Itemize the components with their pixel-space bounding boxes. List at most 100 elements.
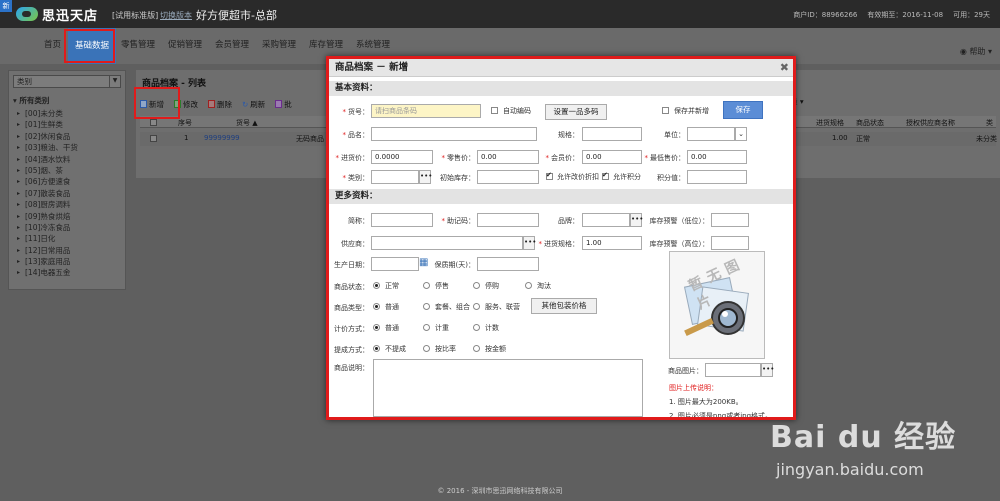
nav-system[interactable]: 系统管理: [356, 38, 390, 50]
tree-item[interactable]: [07]散装食品: [13, 188, 123, 200]
baidu-watermark: Bai du 经验 jingyan.baidu.com: [770, 412, 1000, 492]
delete-button[interactable]: 删除: [208, 94, 232, 114]
more-icon[interactable]: •••: [761, 363, 774, 377]
tree-item[interactable]: [12]日常用品: [13, 245, 123, 257]
unit-select[interactable]: [687, 127, 735, 141]
tree-item[interactable]: [00]未分类: [13, 108, 123, 120]
code-label-text: 货号：: [348, 108, 369, 116]
save-button[interactable]: 保存: [723, 101, 763, 119]
name-label: * 品名：: [342, 131, 370, 139]
tree-item[interactable]: [05]烟、茶: [13, 165, 123, 177]
more-icon[interactable]: •••: [630, 213, 643, 227]
status-eliminated-radio[interactable]: [525, 282, 532, 289]
code-input[interactable]: 请扫商品条码: [371, 104, 481, 118]
more-icon[interactable]: •••: [523, 236, 536, 250]
type-combo-radio[interactable]: [423, 303, 430, 310]
category-select[interactable]: 类别 ▼: [13, 75, 121, 88]
new-button-highlight-frame: [134, 87, 180, 119]
status-stop-sale-radio[interactable]: [423, 282, 430, 289]
pricing-normal-radio[interactable]: [373, 324, 380, 331]
image-path-input[interactable]: [705, 363, 761, 377]
nav-retail[interactable]: 零售管理: [121, 38, 155, 50]
remark-textarea[interactable]: [373, 359, 643, 417]
auto-code-checkbox[interactable]: [491, 107, 498, 114]
retail-price-input[interactable]: 0.00: [477, 150, 539, 164]
tree-item[interactable]: [14]电器五金: [13, 267, 123, 279]
commission-rate-radio[interactable]: [423, 345, 430, 352]
commission-amount-label: 按金额: [485, 345, 506, 353]
status-label: 商品状态：: [334, 283, 369, 291]
pricing-count-radio[interactable]: [473, 324, 480, 331]
tree-item[interactable]: [13]家庭用品: [13, 256, 123, 268]
tree-item[interactable]: [06]方便速食: [13, 176, 123, 188]
member-price-input[interactable]: 0.00: [582, 150, 642, 164]
multi-barcode-button[interactable]: 设置一品多码: [545, 104, 607, 120]
retail-price-label: * 零售价：: [441, 154, 476, 162]
pricing-weight-radio[interactable]: [423, 324, 430, 331]
help-link[interactable]: ◉ 帮助 ▾: [960, 46, 992, 57]
category-select-value: 类别: [17, 77, 32, 86]
tree-item[interactable]: [02]休闲食品: [13, 131, 123, 143]
purchase-price-input[interactable]: 0.0000: [371, 150, 433, 164]
nav-home[interactable]: 首页: [44, 38, 61, 50]
nav-inventory[interactable]: 库存管理: [309, 38, 343, 50]
logo-text: 思迅天店: [42, 8, 99, 24]
tree-item[interactable]: [11]日化: [13, 233, 123, 245]
brand-input[interactable]: [582, 213, 630, 227]
calendar-icon[interactable]: ▦: [419, 257, 428, 268]
switch-edition-link[interactable]: 切换版本: [160, 10, 192, 21]
save-and-new-checkbox[interactable]: [662, 107, 669, 114]
help-label: 帮助: [969, 47, 986, 56]
tree-item[interactable]: [08]厨房调料: [13, 199, 123, 211]
status-stop-purchase-radio[interactable]: [473, 282, 480, 289]
image-label: 商品图片：: [668, 367, 703, 375]
more-icon[interactable]: •••: [419, 170, 432, 184]
row-code-link[interactable]: 99999999: [204, 134, 240, 142]
tree-item[interactable]: [09]熟食烘焙: [13, 211, 123, 223]
tree-item[interactable]: [10]冷冻食品: [13, 222, 123, 234]
type-service-radio[interactable]: [473, 303, 480, 310]
prod-date-input[interactable]: [371, 257, 419, 271]
close-icon[interactable]: ✖: [780, 61, 789, 74]
batch-button[interactable]: 批: [275, 94, 292, 114]
pricing-normal-label: 普通: [385, 324, 399, 332]
category-input[interactable]: [371, 170, 419, 184]
commission-amount-radio[interactable]: [473, 345, 480, 352]
allow-discount-checkbox[interactable]: [546, 171, 553, 180]
row-category: 未分类: [976, 135, 997, 143]
spec-input[interactable]: [582, 127, 642, 141]
type-normal-radio[interactable]: [373, 303, 380, 310]
stock-low-input[interactable]: [711, 213, 749, 227]
app-logo[interactable]: 思迅天店: [16, 4, 98, 24]
row-checkbox[interactable]: [150, 135, 157, 142]
init-stock-input[interactable]: [477, 170, 539, 184]
mnemonic-input[interactable]: [477, 213, 539, 227]
commission-none-radio[interactable]: [373, 345, 380, 352]
nav-member[interactable]: 会员管理: [215, 38, 249, 50]
tree-item[interactable]: [04]酒水饮料: [13, 154, 123, 166]
row-index: 1: [184, 134, 189, 142]
purchase-spec-input[interactable]: 1.00: [582, 236, 642, 250]
stock-high-input[interactable]: [711, 236, 749, 250]
chevron-down-icon[interactable]: ⌄: [735, 127, 747, 141]
min-price-input[interactable]: 0.00: [687, 150, 747, 164]
tree-item[interactable]: [01]生鲜类: [13, 119, 123, 131]
status-normal-radio[interactable]: [373, 282, 380, 289]
name-input[interactable]: [371, 127, 537, 141]
tree-root[interactable]: ▾ 所有类别: [13, 95, 123, 106]
shelf-life-input[interactable]: [477, 257, 539, 271]
nav-purchase[interactable]: 采购管理: [262, 38, 296, 50]
allow-points-checkbox[interactable]: [602, 171, 609, 180]
code-placeholder: 请扫商品条码: [375, 107, 417, 115]
supplier-input[interactable]: [371, 236, 523, 250]
col-code[interactable]: 货号 ▲: [236, 118, 258, 128]
points-input[interactable]: [687, 170, 747, 184]
tree-item[interactable]: [03]粮油、干货: [13, 142, 123, 154]
refresh-button[interactable]: ↻ 刷新: [242, 94, 265, 114]
package-price-button[interactable]: 其他包装价格: [531, 298, 597, 314]
expiry-date: 有效期至：2016-11-08: [867, 11, 944, 19]
init-stock-label: 初始库存：: [440, 174, 475, 182]
short-name-input[interactable]: [371, 213, 433, 227]
select-all-checkbox[interactable]: [150, 119, 157, 126]
nav-promotion[interactable]: 促销管理: [168, 38, 202, 50]
